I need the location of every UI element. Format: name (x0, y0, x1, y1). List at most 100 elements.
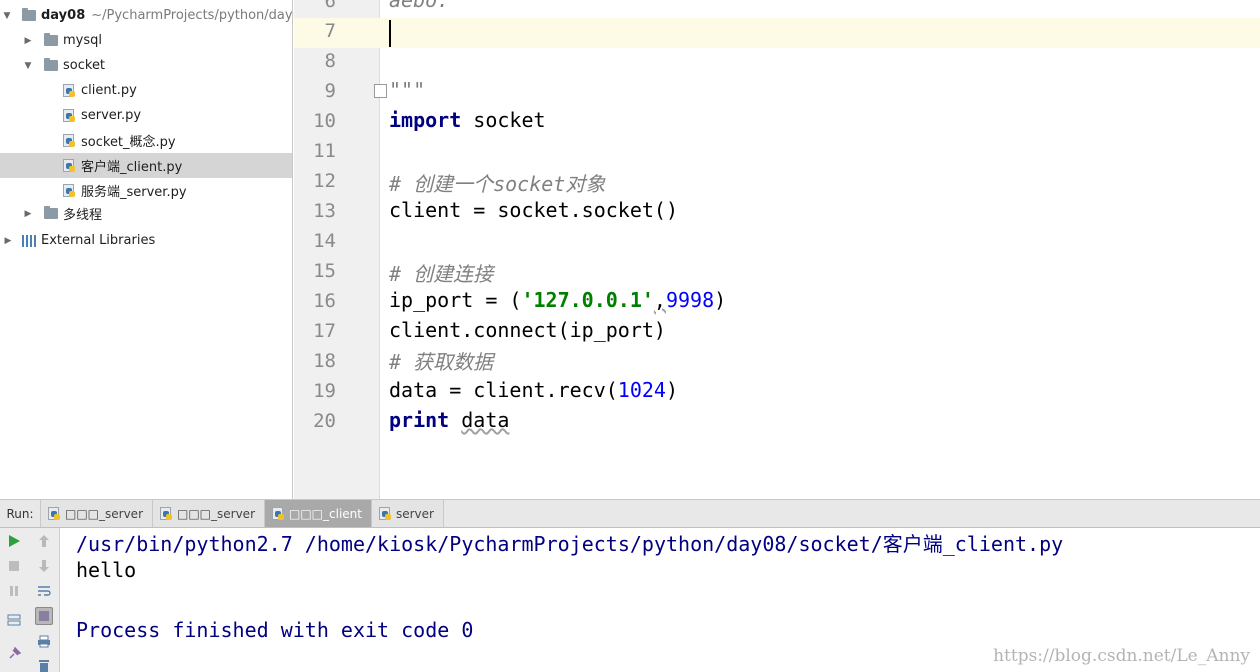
tree-item-label: 多线程 (63, 208, 103, 223)
restore-layout-button[interactable] (5, 611, 23, 629)
line-number: 8 (324, 50, 336, 72)
number-literal: 9998 (665, 288, 715, 312)
tree-item-multithread[interactable]: ▶ 多线程 (0, 201, 292, 226)
tree-item-server-py[interactable]: server.py (0, 103, 292, 128)
tree-item-client-py[interactable]: client.py (0, 78, 292, 103)
run-tab-label: server (395, 506, 434, 521)
tree-item-label: 服务端_server.py (81, 185, 187, 200)
line-number: 7 (324, 20, 336, 42)
tree-item-socket-concept-py[interactable]: socket_概念.py (0, 128, 292, 153)
print-button[interactable] (35, 632, 53, 650)
collapse-arrow-icon[interactable]: ▶ (23, 209, 33, 219)
tree-item-mysql[interactable]: ▶ mysql (0, 28, 292, 53)
python-file-icon (63, 158, 76, 173)
code-line-12: # 创建一个socket对象 (389, 172, 606, 196)
code-line-10: import socket (389, 108, 546, 132)
code-line-17: client.connect(ip_port) (389, 318, 666, 342)
code-line-9: """ (389, 78, 426, 102)
arrow-up-icon (39, 535, 49, 547)
current-line-highlight (294, 18, 1260, 48)
tree-item-label: External Libraries (41, 233, 156, 248)
text-caret (389, 20, 391, 47)
line-number: 14 (313, 230, 336, 252)
console-output-line: hello (76, 558, 137, 582)
tree-item-label: server.py (81, 108, 142, 123)
folder-icon (44, 33, 58, 46)
watermark: https://blog.csdn.net/Le_Anny (993, 646, 1250, 666)
line-number: 17 (313, 320, 336, 342)
line-number: 19 (313, 380, 336, 402)
code-text: data = client.recv( (389, 378, 618, 402)
fold-marker-icon[interactable] (374, 84, 387, 98)
code-text: , (653, 288, 666, 312)
tree-item-label: mysql (63, 33, 102, 48)
line-number: 15 (313, 260, 336, 282)
project-tree-panel: ▼ day08 ~/PycharmProjects/python/day ▶ m… (0, 0, 293, 499)
tree-item-day08[interactable]: ▼ day08 ~/PycharmProjects/python/day (0, 3, 293, 28)
soft-wrap-icon (38, 586, 51, 596)
run-tab-label: □□□_server (65, 506, 143, 521)
line-number: 9 (324, 80, 336, 102)
run-tab-server-2[interactable]: □□□_server (152, 500, 264, 527)
run-tab-label: □□□_client (289, 506, 362, 521)
line-number: 16 (313, 290, 336, 312)
code-text: socket (461, 108, 546, 132)
line-number: 10 (313, 110, 336, 132)
tree-item-server-cn-py[interactable]: 服务端_server.py (0, 178, 292, 203)
expand-arrow-icon[interactable]: ▼ (2, 11, 12, 21)
code-line-16: ip_port = ('127.0.0.1',9998) (389, 288, 726, 312)
python-file-icon (63, 183, 76, 198)
code-text: ip_port = ( (389, 288, 522, 312)
play-icon (9, 535, 20, 547)
run-tab-bar: Run: □□□_server □□□_server □□□_client se… (0, 499, 1260, 528)
code-line-13: client = socket.socket() (389, 198, 678, 222)
code-editor[interactable]: 6 7 8 9 10 11 12 13 14 15 16 17 18 19 20… (294, 0, 1260, 499)
code-line-19: data = client.recv(1024) (389, 378, 678, 402)
code-line-6: aebo: (389, 0, 450, 12)
console-command-line: /usr/bin/python2.7 /home/kiosk/PycharmPr… (76, 532, 1064, 556)
project-path: ~/PycharmProjects/python/day (91, 8, 293, 23)
line-number: 11 (313, 140, 336, 162)
line-number: 20 (313, 410, 336, 432)
python-file-icon (63, 83, 76, 98)
collapse-arrow-icon[interactable]: ▶ (3, 236, 13, 246)
run-tab-client[interactable]: □□□_client (264, 500, 371, 527)
code-line-20: print data (389, 408, 509, 432)
pin-icon (8, 646, 21, 659)
folder-icon (22, 8, 36, 21)
arrow-down-icon (39, 560, 49, 572)
code-line-15: # 创建连接 (389, 262, 494, 286)
python-file-icon (63, 133, 76, 148)
python-run-icon (48, 506, 61, 521)
stop-button[interactable] (5, 557, 23, 575)
collapse-arrow-icon[interactable]: ▶ (23, 36, 33, 46)
run-tab-server-3[interactable]: server (370, 500, 444, 527)
print-icon (38, 635, 50, 647)
string-literal: '127.0.0.1' (521, 288, 654, 312)
run-toolbar (0, 528, 60, 672)
number-literal: 1024 (617, 378, 666, 402)
pause-button[interactable] (5, 582, 23, 600)
expand-arrow-icon[interactable]: ▼ (23, 61, 33, 71)
scroll-to-end-button[interactable] (35, 607, 53, 625)
tree-item-socket[interactable]: ▼ socket (0, 53, 292, 78)
pin-tab-button[interactable] (5, 644, 23, 662)
rerun-button[interactable] (5, 532, 23, 550)
tree-item-client-cn-py[interactable]: 客户端_client.py (0, 153, 292, 178)
code-text: ) (714, 288, 727, 312)
folder-icon (44, 58, 58, 71)
clear-all-button[interactable] (35, 656, 53, 672)
soft-wrap-button[interactable] (35, 582, 53, 600)
run-tab-server-1[interactable]: □□□_server (40, 500, 152, 527)
scroll-up-button[interactable] (35, 532, 53, 550)
run-label: Run: (6, 506, 34, 521)
scroll-down-button[interactable] (35, 557, 53, 575)
code-line-18: # 获取数据 (389, 350, 494, 374)
run-console[interactable]: /usr/bin/python2.7 /home/kiosk/PycharmPr… (61, 528, 1260, 672)
library-icon (22, 234, 36, 247)
layout-icon (7, 614, 21, 626)
scroll-end-icon (39, 611, 49, 621)
python-file-icon (63, 108, 76, 123)
tree-item-external-libraries[interactable]: ▶ External Libraries (0, 228, 292, 253)
folder-icon (44, 206, 58, 219)
